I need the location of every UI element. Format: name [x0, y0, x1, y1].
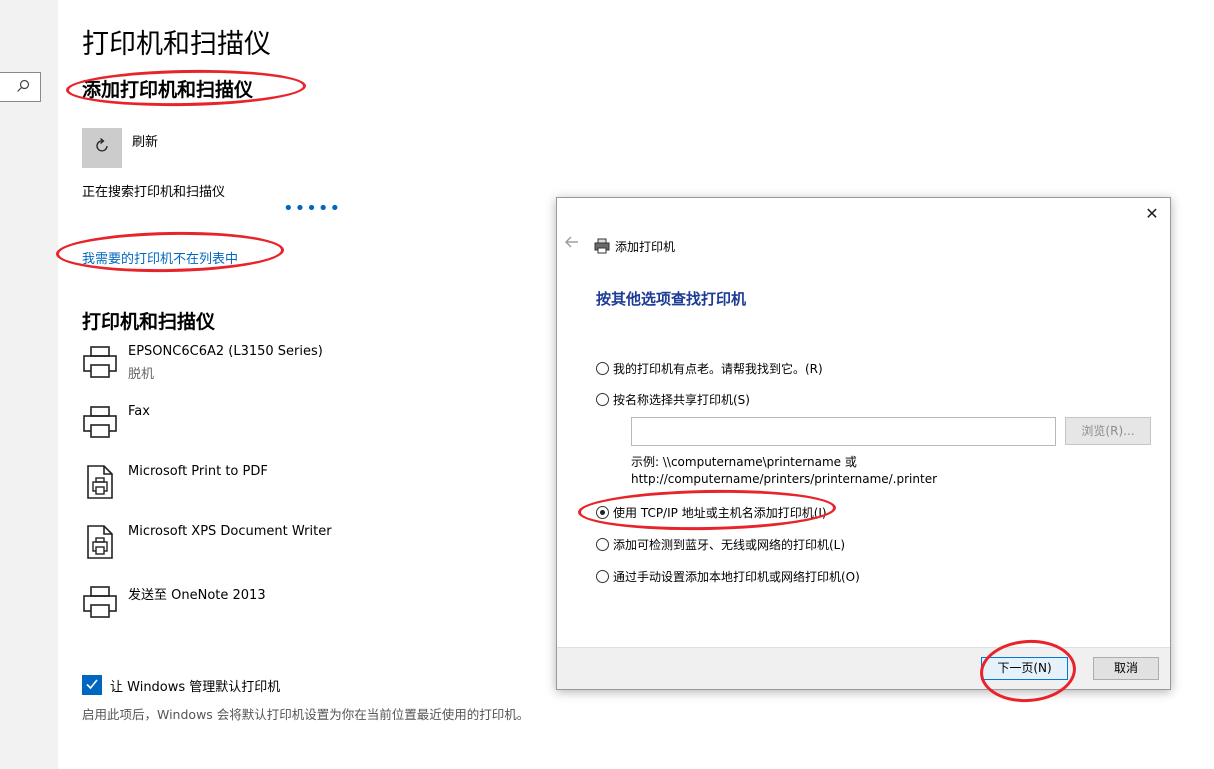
checkmark-icon: [85, 676, 99, 695]
example-line: 示例: \\computername\printername 或: [631, 455, 857, 469]
option-older-printer[interactable]: 我的打印机有点老。请帮我找到它。(R): [596, 360, 823, 377]
radio-button[interactable]: [596, 570, 609, 583]
radio-button[interactable]: [596, 362, 609, 375]
option-bluetooth-wireless[interactable]: 添加可检测到蓝牙、无线或网络的打印机(L): [596, 536, 845, 553]
printer-status: 脱机: [128, 367, 155, 382]
refresh-button[interactable]: [82, 128, 122, 168]
browse-button[interactable]: 浏览(R)...: [1065, 417, 1151, 445]
sidebar: [0, 0, 58, 769]
printer-icon: [594, 238, 610, 254]
option-label: 按名称选择共享打印机(S): [613, 393, 750, 407]
document-printer-icon: [82, 464, 118, 500]
printers-section-title: 打印机和扫描仪: [82, 311, 216, 333]
printer-name: 发送至 OneNote 2013: [128, 588, 266, 603]
page-title: 打印机和扫描仪: [82, 29, 271, 60]
option-manual-local[interactable]: 通过手动设置添加本地打印机或网络打印机(O): [596, 568, 860, 585]
printer-name: EPSONC6C6A2 (L3150 Series): [128, 344, 323, 359]
dialog-heading: 按其他选项查找打印机: [596, 290, 747, 308]
printer-icon: [82, 584, 118, 620]
radio-button[interactable]: [596, 393, 609, 406]
close-icon[interactable]: ✕: [1142, 204, 1162, 224]
printer-icon: [82, 404, 118, 440]
refresh-icon: [92, 136, 112, 160]
add-printer-dialog: ✕ 添加打印机 按其他选项查找打印机 我的打印机有点老。请帮我找到它。(R) 按…: [556, 197, 1171, 690]
radio-button[interactable]: [596, 538, 609, 551]
annotation-circle: [65, 67, 307, 109]
printer-name: Microsoft Print to PDF: [128, 464, 268, 479]
progress-dots-icon: •••••: [283, 198, 342, 219]
search-icon: [16, 79, 32, 95]
searching-status: 正在搜索打印机和扫描仪: [82, 185, 226, 200]
option-label: 添加可检测到蓝牙、无线或网络的打印机(L): [613, 538, 846, 552]
option-label: 通过手动设置添加本地打印机或网络打印机(O): [613, 570, 860, 584]
printer-item-print-to-pdf[interactable]: Microsoft Print to PDF: [82, 462, 502, 512]
printer-name: Microsoft XPS Document Writer: [128, 524, 332, 539]
shared-printer-name-input[interactable]: [631, 417, 1056, 446]
printer-icon: [82, 344, 118, 380]
printer-item-epson[interactable]: EPSONC6C6A2 (L3150 Series) 脱机: [82, 342, 502, 392]
manage-default-label[interactable]: 让 Windows 管理默认打印机: [110, 676, 280, 695]
printer-item-xps-writer[interactable]: Microsoft XPS Document Writer: [82, 522, 502, 572]
search-input[interactable]: [0, 72, 41, 102]
option-label: 我的打印机有点老。请帮我找到它。(R): [613, 362, 823, 376]
annotation-circle: [55, 230, 285, 274]
cancel-button[interactable]: 取消: [1093, 657, 1159, 680]
manage-default-checkbox[interactable]: [82, 675, 102, 695]
printer-item-fax[interactable]: Fax: [82, 402, 502, 452]
dialog-footer: 下一页(N) 取消: [557, 647, 1170, 689]
example-line: http://computername/printers/printername…: [631, 472, 938, 486]
refresh-label[interactable]: 刷新: [132, 131, 158, 150]
example-text: 示例: \\computername\printername 或 http://…: [631, 454, 937, 488]
option-shared-printer[interactable]: 按名称选择共享打印机(S): [596, 391, 750, 408]
manage-default-description: 启用此项后，Windows 会将默认打印机设置为你在当前位置最近使用的打印机。: [82, 707, 530, 722]
back-arrow-icon[interactable]: [565, 236, 579, 252]
document-printer-icon: [82, 524, 118, 560]
printer-item-onenote[interactable]: 发送至 OneNote 2013: [82, 582, 502, 632]
dialog-title: 添加打印机: [615, 240, 676, 254]
printer-name: Fax: [128, 404, 150, 419]
